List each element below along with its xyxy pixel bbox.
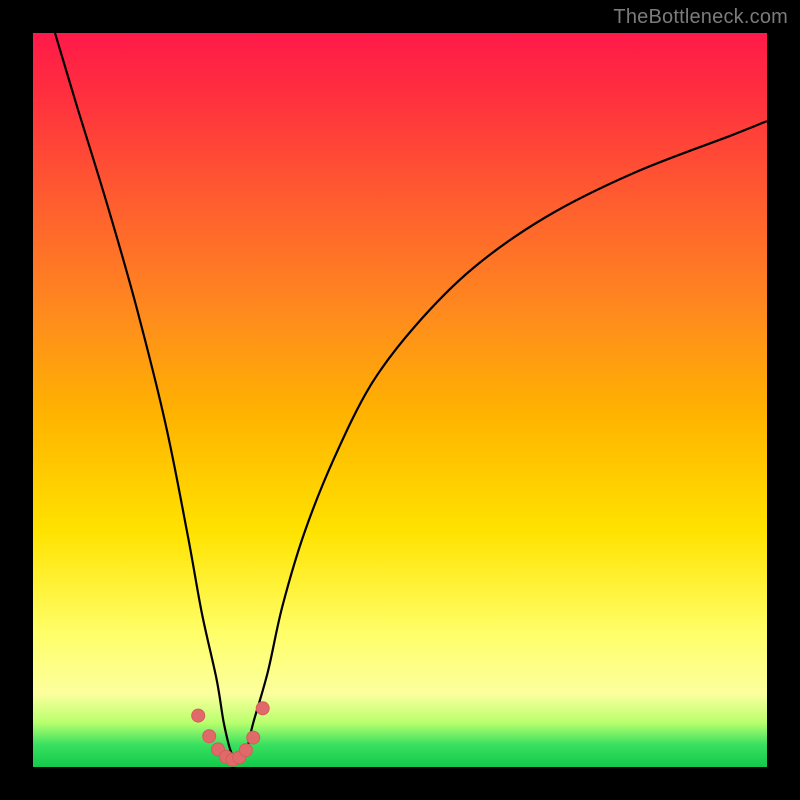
minimum-marker <box>192 709 205 722</box>
minimum-marker <box>247 731 260 744</box>
outer-black-frame: TheBottleneck.com <box>0 0 800 800</box>
chart-svg <box>33 33 767 767</box>
plot-area <box>33 33 767 767</box>
minimum-marker <box>239 744 252 757</box>
watermark-text: TheBottleneck.com <box>613 6 788 29</box>
bottleneck-curve <box>55 33 767 760</box>
minimum-marker <box>203 730 216 743</box>
minimum-marker <box>256 702 269 715</box>
near-minimum-markers <box>192 702 270 766</box>
